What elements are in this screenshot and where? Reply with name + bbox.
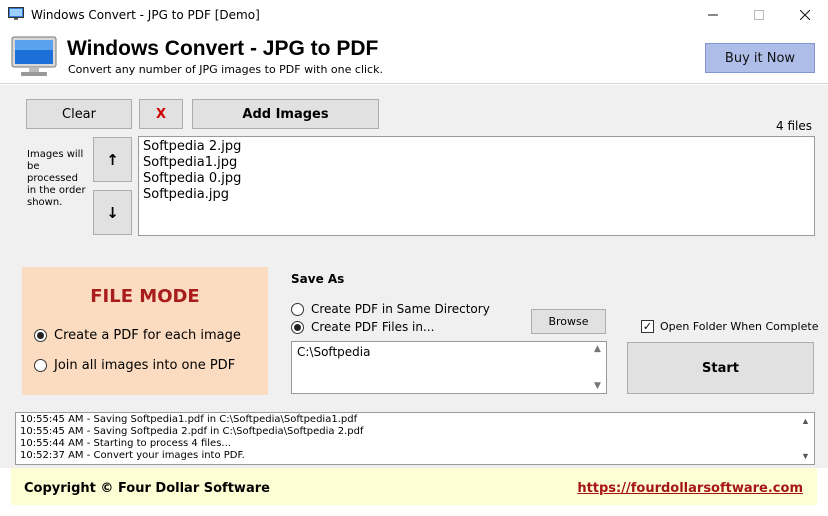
list-item[interactable]: Softpedia 2.jpg [143,139,810,155]
monitor-logo-icon [11,36,57,76]
buy-now-button[interactable]: Buy it Now [705,43,815,73]
minimize-icon [708,14,718,16]
log-line: 10:55:45 AM - Saving Softpedia1.pdf in C… [20,414,358,425]
list-item[interactable]: Softpedia.jpg [143,187,810,203]
clear-button[interactable]: Clear [26,99,132,129]
mode-each-label: Create a PDF for each image [54,328,241,343]
open-folder-checkbox[interactable]: ✓ Open Folder When Complete [641,320,818,333]
mode-all-radio[interactable]: Join all images into one PDF [34,358,235,373]
minimize-button[interactable] [690,0,736,30]
maximize-button[interactable] [736,0,782,30]
log-scrollbar[interactable]: ▲ ▼ [797,413,814,464]
app-header: Windows Convert - JPG to PDF Convert any… [0,30,828,84]
close-icon [800,10,810,20]
arrow-up-icon: ↑ [106,150,119,169]
radio-selected-icon [291,320,304,334]
copyright-text: Copyright © Four Dollar Software [24,481,270,496]
log-line: 10:55:45 AM - Saving Softpedia 2.pdf in … [20,426,364,437]
app-icon [8,7,24,20]
scroll-down-icon: ▼ [801,451,810,461]
start-button[interactable]: Start [627,342,814,394]
radio-selected-icon [34,329,47,342]
radio-unselected-icon [291,302,304,316]
file-mode-panel: FILE MODE Create a PDF for each image Jo… [22,267,268,395]
website-link[interactable]: https://fourdollarsoftware.com [577,481,803,496]
app-subtitle: Convert any number of JPG images to PDF … [68,63,383,76]
move-down-button[interactable]: ↓ [93,190,132,235]
file-mode-title: FILE MODE [90,286,200,307]
mode-all-label: Join all images into one PDF [54,358,236,373]
open-folder-label: Open Folder When Complete [660,320,819,333]
scroll-up-icon: ▲ [594,344,601,354]
save-same-label: Create PDF in Same Directory [311,302,490,316]
directory-scrollbar[interactable]: ▲ ▼ [589,342,606,393]
arrow-down-icon: ↓ [106,203,119,222]
output-directory-field[interactable]: C:\Softpedia ▲ ▼ [291,341,607,394]
mode-each-radio[interactable]: Create a PDF for each image [34,328,241,343]
add-images-button[interactable]: Add Images [192,99,379,129]
remove-image-button[interactable]: X [139,99,183,129]
list-item[interactable]: Softpedia1.jpg [143,155,810,171]
order-note: Images will be processed in the order sh… [27,149,86,208]
list-item[interactable]: Softpedia 0.jpg [143,171,810,187]
maximize-icon [754,10,764,20]
scroll-down-icon: ▼ [594,381,601,391]
save-same-dir-radio[interactable]: Create PDF in Same Directory [291,302,490,316]
output-directory-value: C:\Softpedia [297,345,371,359]
close-button[interactable] [782,0,828,30]
scroll-up-icon: ▲ [801,416,810,426]
save-in-label: Create PDF Files in... [311,320,435,334]
file-count: 4 files [776,119,812,133]
log-line: 10:55:44 AM - Starting to process 4 file… [20,438,231,449]
app-title: Windows Convert - JPG to PDF [67,37,379,60]
footer-bar: Copyright © Four Dollar Software https:/… [11,468,817,505]
save-in-dir-radio[interactable]: Create PDF Files in... [291,320,434,334]
log-line: 10:52:37 AM - Convert your images into P… [20,450,245,461]
browse-button[interactable]: Browse [531,309,606,334]
window-title: Windows Convert - JPG to PDF [Demo] [31,8,260,22]
title-bar: Windows Convert - JPG to PDF [Demo] [0,0,828,30]
image-file-list[interactable]: Softpedia 2.jpg Softpedia1.jpg Softpedia… [138,136,815,236]
log-panel[interactable]: 10:55:45 AM - Saving Softpedia1.pdf in C… [15,412,815,465]
move-up-button[interactable]: ↑ [93,137,132,182]
save-as-label: Save As [291,272,345,286]
checkmark-icon: ✓ [641,320,654,333]
radio-unselected-icon [34,359,47,372]
